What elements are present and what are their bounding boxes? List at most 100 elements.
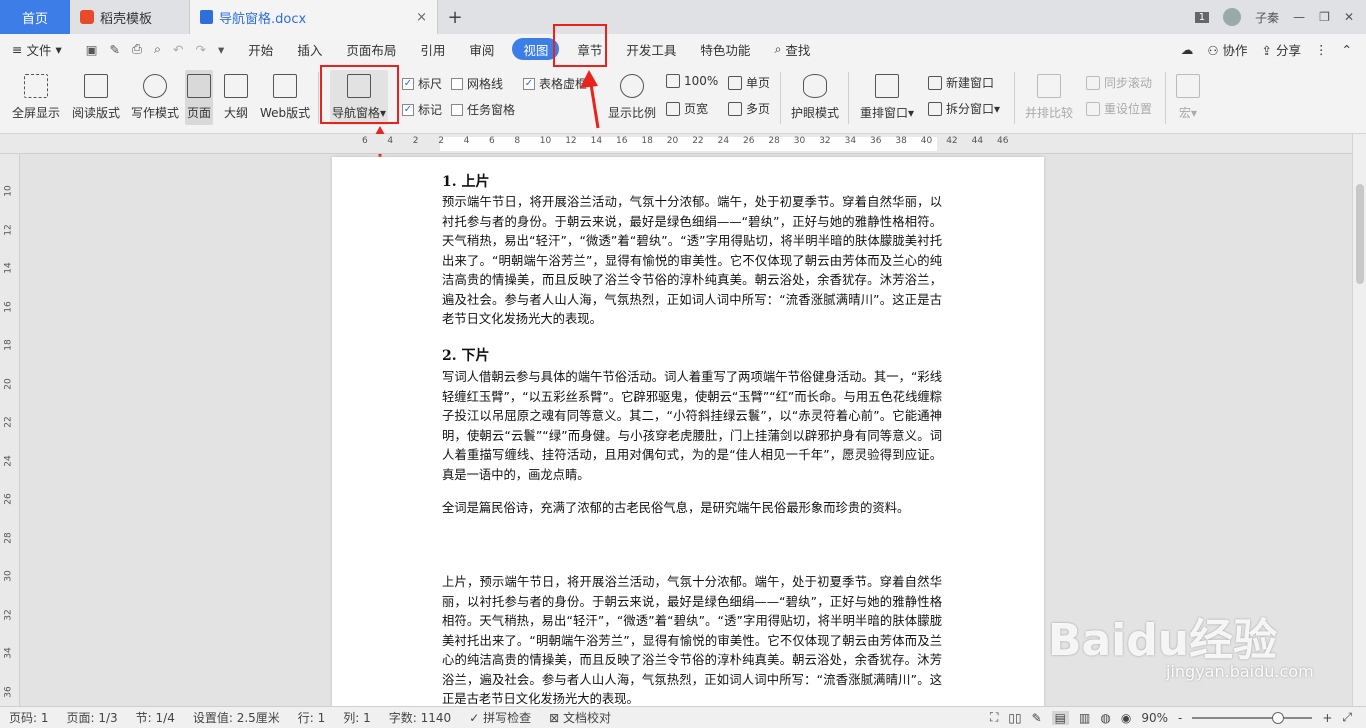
close-icon[interactable]: × (416, 10, 427, 25)
status-pages[interactable]: 页面: 1/3 (58, 709, 127, 726)
writing-mode-button[interactable]: 写作模式 (131, 74, 179, 121)
format-painter-icon[interactable]: ✎ (110, 42, 120, 57)
fullscreen-button[interactable]: 全屏显示 (12, 74, 60, 121)
zoom-100-button[interactable]: 100% (666, 74, 718, 88)
word-doc-icon (200, 10, 213, 24)
horizontal-ruler[interactable]: 6 4 2 2 4 6 8 10 12 14 16 18 20 22 24 26 28 30 32 34 36 38 40 4… (0, 134, 1366, 154)
zoom-in-button[interactable]: + (1322, 711, 1332, 725)
print-icon[interactable]: ⎙ (132, 41, 142, 57)
restore-icon[interactable]: ❐ (1319, 10, 1330, 24)
table-border-checkbox[interactable]: ✓ 表格虚框 (523, 75, 587, 92)
status-page[interactable]: 页码: 1 (0, 709, 58, 726)
menu-start[interactable]: 开始 (236, 34, 285, 64)
save-icon[interactable]: ▣ (86, 42, 98, 57)
ruler-label: 标尺 (418, 77, 443, 91)
web-layout-button[interactable]: Web版式 (260, 74, 310, 121)
split-window-button[interactable]: 拆分窗口▾ (928, 100, 1000, 117)
web-view-icon[interactable]: ◍ (1100, 711, 1110, 725)
expand-icon[interactable]: ⤢ (1342, 710, 1352, 725)
sync-scroll-button[interactable]: 同步滚动 (1086, 74, 1152, 91)
status-row[interactable]: 行: 1 (289, 709, 335, 726)
ruler-mark: 14 (590, 136, 603, 146)
vertical-ruler[interactable]: 10 12 14 16 18 20 22 24 26 28 30 32 34 36 (0, 154, 20, 706)
scrollbar-thumb[interactable] (1356, 184, 1364, 284)
menu-features[interactable]: 特色功能 (688, 34, 762, 64)
print-preview-icon[interactable]: ⌕ (154, 41, 161, 57)
checked-icon: ✓ (523, 77, 535, 90)
document-page[interactable]: 1. 上片 预示端午节日，将开展浴兰活动，气氛十分浓郁。端午，处于初夏季节。穿着… (332, 157, 1044, 706)
undo-icon[interactable]: ↶ (173, 42, 183, 57)
rearrange-window-button[interactable]: 重排窗口▾ (860, 74, 914, 121)
single-page-button[interactable]: 单页 (728, 74, 770, 91)
doc-proofread-button[interactable]: ⊠ 文档校对 (540, 709, 620, 726)
eye-mode-icon[interactable]: ◉ (1121, 711, 1131, 725)
status-setting[interactable]: 设置值: 2.5厘米 (184, 709, 289, 726)
status-col[interactable]: 列: 1 (334, 709, 380, 726)
menu-page-layout[interactable]: 页面布局 (334, 34, 408, 64)
more-options-icon[interactable]: ⋮ (1315, 42, 1328, 57)
zoom-out-button[interactable]: - (1178, 711, 1182, 725)
writing-icon[interactable]: ✎ (1032, 711, 1042, 725)
tab-home[interactable]: 首页 (0, 0, 70, 34)
menu-developer[interactable]: 开发工具 (614, 34, 688, 64)
cloud-sync-icon[interactable]: ☁ (1181, 42, 1194, 57)
ruler-mark: 46 (997, 136, 1009, 146)
view-controls: ⛶ ▯▯ ✎ ▤ ▥ ◍ ◉ 90% - + ⤢ (990, 710, 1366, 725)
ruler-mark: 34 (3, 647, 14, 659)
minimize-icon[interactable]: — (1293, 10, 1305, 24)
macro-button[interactable]: 宏▾ (1176, 74, 1200, 121)
zoom-slider-knob[interactable] (1272, 711, 1285, 724)
page-view-icon[interactable]: ▤ (1051, 710, 1069, 725)
reading-icon[interactable]: ▯▯ (1008, 711, 1021, 725)
zoom-button[interactable]: 显示比例 (608, 74, 656, 121)
rearrange-icon (875, 74, 900, 98)
zoom-label: 显示比例 (608, 106, 657, 120)
multi-page-button[interactable]: 多页 (728, 100, 770, 117)
docer-icon (80, 10, 94, 24)
close-window-icon[interactable]: ✕ (1344, 10, 1354, 24)
share-button[interactable]: ⇪ 分享 (1262, 40, 1301, 59)
ruler-checkbox[interactable]: ✓ 标尺 (402, 75, 442, 92)
page-width-button[interactable]: 页宽 (666, 100, 708, 117)
table-border-label: 表格虚框 (539, 77, 588, 91)
status-bar: 页码: 1 页面: 1/3 节: 1/4 设置值: 2.5厘米 行: 1 列: … (0, 706, 1366, 728)
vertical-scrollbar[interactable] (1352, 134, 1366, 706)
reading-mode-button[interactable]: 阅读版式 (72, 74, 120, 121)
more-icon[interactable]: ▾ (218, 42, 224, 57)
reset-position-button[interactable]: 重设位置 (1086, 100, 1152, 117)
eye-protection-button[interactable]: 护眼模式 (791, 74, 839, 121)
page-view-button[interactable]: 页面 (185, 70, 214, 125)
menu-review[interactable]: 审阅 (457, 34, 506, 64)
status-words[interactable]: 字数: 1140 (380, 709, 460, 726)
outline-view-icon[interactable]: ▥ (1079, 711, 1090, 725)
side-by-side-button[interactable]: 并排比较 (1025, 74, 1073, 121)
mark-checkbox[interactable]: ✓ 标记 (402, 101, 442, 118)
gridlines-checkbox[interactable]: 网格线 (451, 75, 503, 92)
ruler-mark: 20 (666, 136, 679, 146)
zoom-slider[interactable] (1192, 711, 1313, 724)
redo-icon[interactable]: ↷ (196, 42, 206, 57)
tab-document[interactable]: 导航窗格.docx × (190, 0, 438, 34)
new-window-button[interactable]: 新建窗口 (928, 74, 994, 91)
status-section[interactable]: 节: 1/4 (127, 709, 184, 726)
menu-references[interactable]: 引用 (408, 34, 457, 64)
annotation-box-view-tab (553, 24, 607, 67)
menu-find[interactable]: ⌕ 查找 (762, 34, 822, 64)
tab-template[interactable]: 稻壳模板 (70, 0, 190, 34)
outline-button[interactable]: 大纲 (224, 74, 248, 121)
fullscreen-icon[interactable]: ⛶ (990, 710, 998, 725)
menu-insert[interactable]: 插入 (285, 34, 334, 64)
collapse-ribbon-icon[interactable]: ⌃ (1342, 42, 1352, 57)
menu-file[interactable]: ≡ 文件 ▾ (0, 34, 74, 64)
avatar[interactable] (1223, 8, 1242, 26)
task-pane-checkbox[interactable]: 任务窗格 (451, 101, 515, 118)
zoom-level[interactable]: 90% (1141, 711, 1168, 725)
doc-proofread-label: 文档校对 (562, 711, 611, 725)
search-icon: ⌕ (774, 41, 786, 56)
user-name[interactable]: 子秦 (1255, 9, 1279, 26)
new-tab-button[interactable]: + (438, 0, 472, 34)
collaborate-button[interactable]: ⚇ 协作 (1207, 40, 1247, 59)
reset-position-label: 重设位置 (1104, 102, 1153, 116)
spell-check-button[interactable]: ✓ 拼写检查 (460, 709, 540, 726)
pen-icon (143, 74, 167, 98)
